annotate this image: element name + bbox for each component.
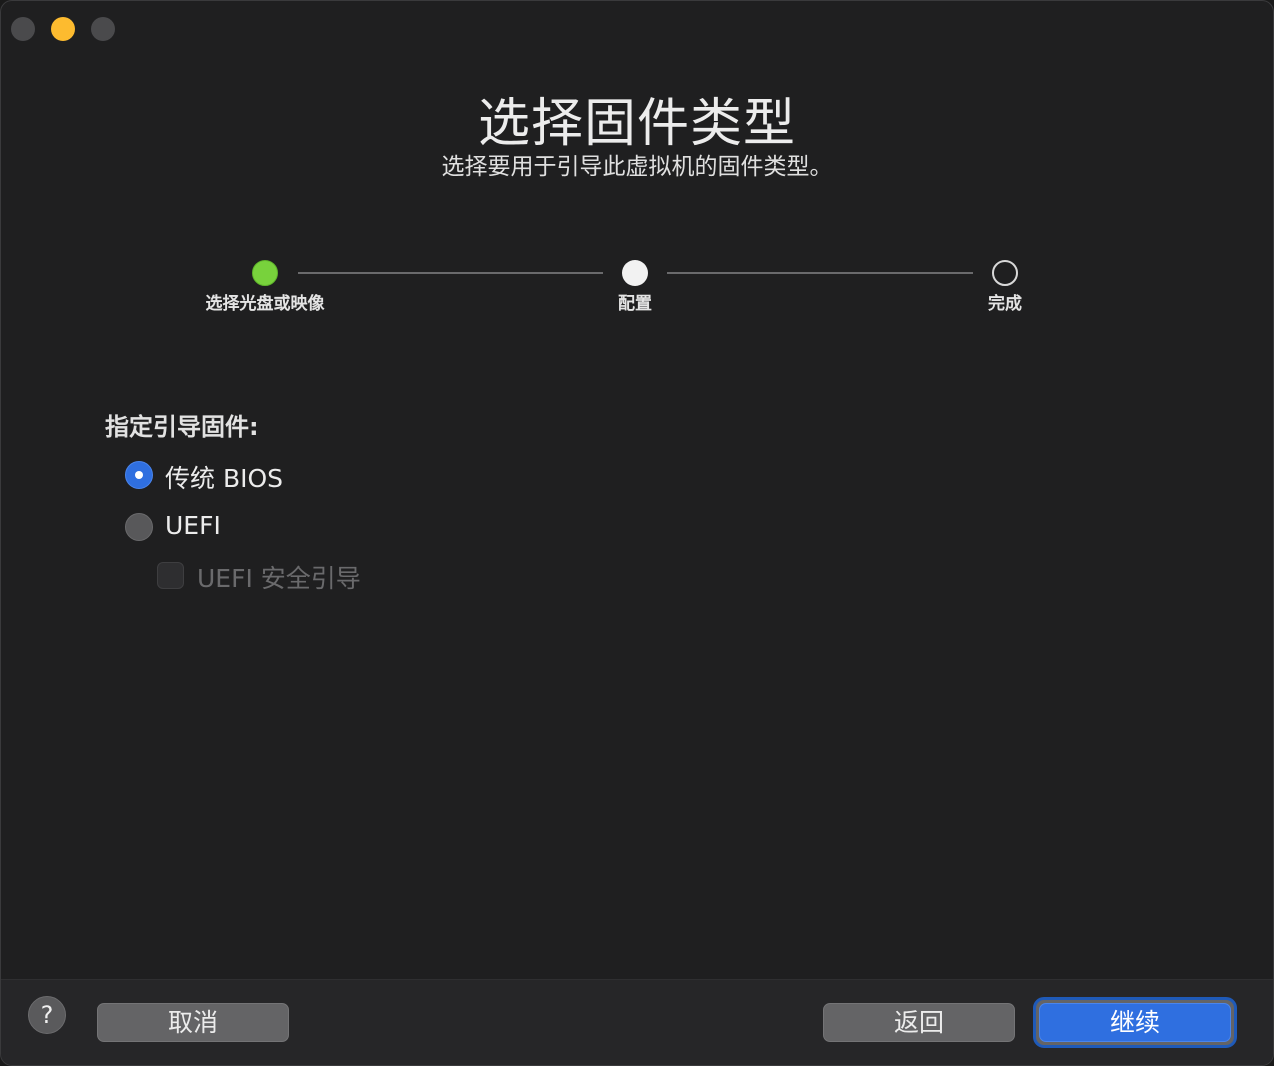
- step-3-label: 完成: [988, 294, 1022, 314]
- uefi-radio-label[interactable]: UEFI: [165, 511, 221, 540]
- bios-radio[interactable]: [125, 461, 153, 489]
- cancel-button[interactable]: 取消: [97, 1003, 289, 1042]
- step-1-indicator: [252, 260, 278, 286]
- step-connector-2: [667, 272, 973, 274]
- boot-firmware-label: 指定引导固件:: [105, 413, 259, 441]
- back-button[interactable]: 返回: [823, 1003, 1015, 1042]
- step-connector-1: [298, 272, 603, 274]
- secure-boot-label: UEFI 安全引导: [197, 564, 361, 593]
- bios-radio-label[interactable]: 传统 BIOS: [165, 459, 283, 495]
- step-2-label: 配置: [618, 294, 652, 314]
- step-2-indicator: [622, 260, 648, 286]
- secure-boot-checkbox: [157, 562, 184, 589]
- minimize-window-button[interactable]: [51, 17, 75, 41]
- page-subtitle: 选择要用于引导此虚拟机的固件类型。: [441, 154, 833, 180]
- help-button[interactable]: ?: [28, 996, 66, 1034]
- step-1-label: 选择光盘或映像: [205, 294, 325, 314]
- page-title: 选择固件类型: [477, 94, 796, 154]
- continue-button[interactable]: 继续: [1039, 1003, 1231, 1042]
- assistant-window: 选择固件类型 选择要用于引导此虚拟机的固件类型。 选择光盘或映像 配置 完成 指…: [0, 0, 1274, 1066]
- close-window-button[interactable]: [11, 17, 35, 41]
- uefi-radio[interactable]: [125, 513, 153, 541]
- zoom-window-button[interactable]: [91, 17, 115, 41]
- step-3-indicator: [992, 260, 1018, 286]
